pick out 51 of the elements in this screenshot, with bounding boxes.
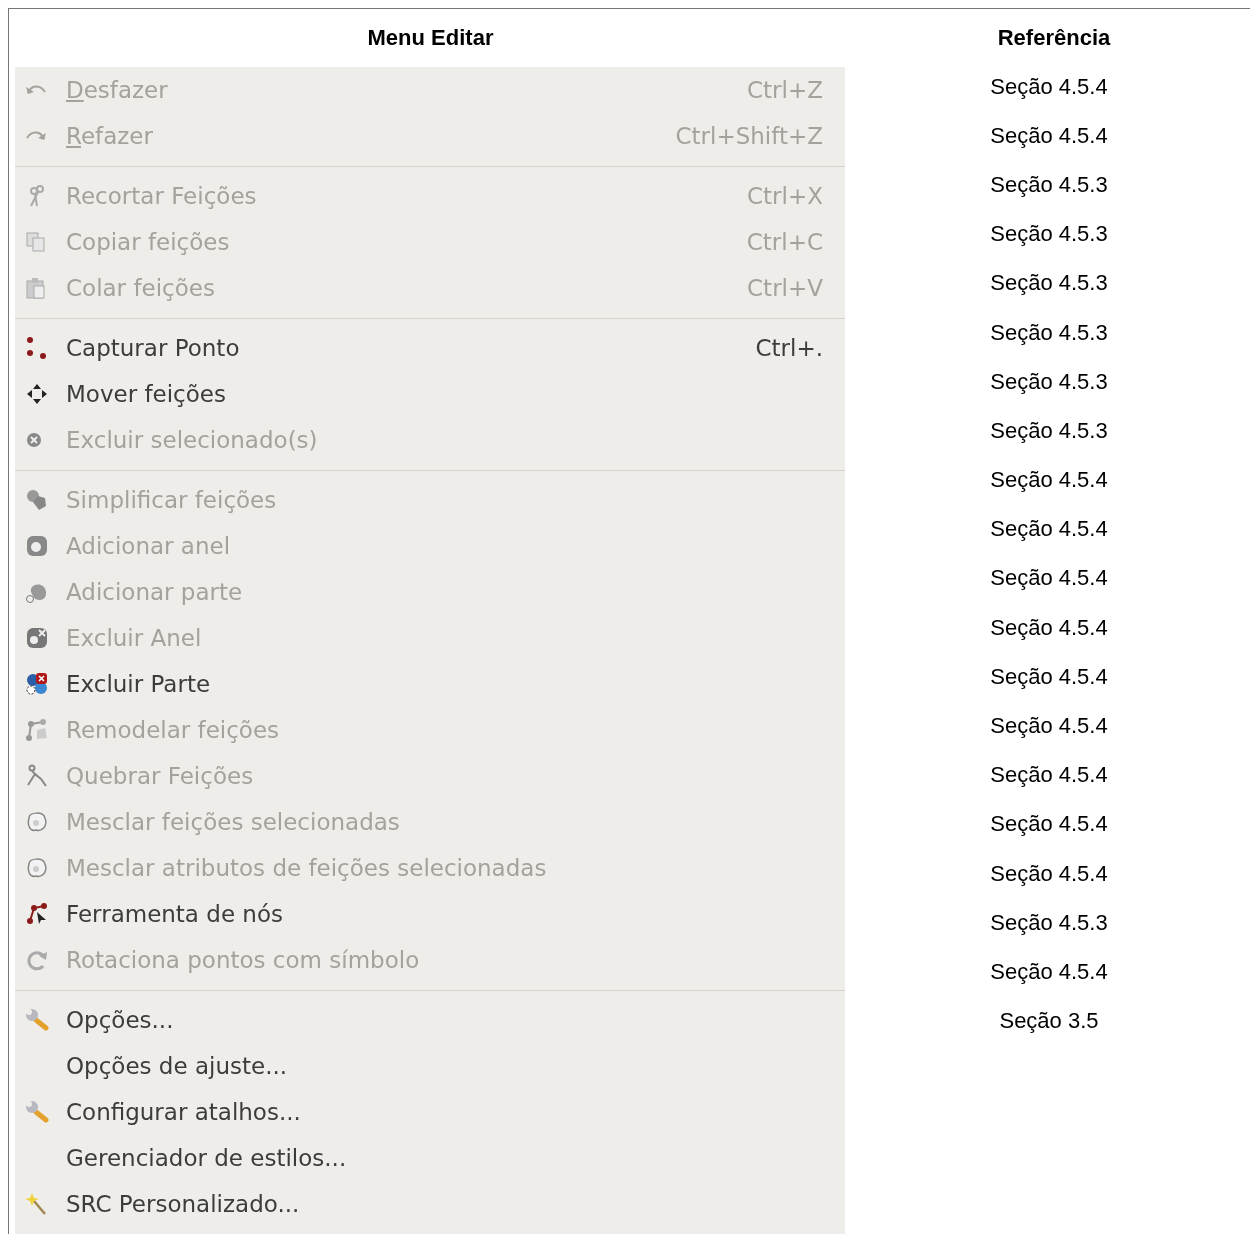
node-tool-icon <box>25 902 49 926</box>
shapes-icon <box>25 488 49 512</box>
reference-text: Seção 4.5.4 <box>990 811 1108 838</box>
reference-text: Seção 4.5.3 <box>990 221 1108 248</box>
reference-text: Seção 4.5.4 <box>990 516 1108 543</box>
reference-text: Seção 4.5.4 <box>990 958 1108 985</box>
reference-text: Seção 4.5.4 <box>990 713 1108 740</box>
reference-text: Seção 4.5.4 <box>990 614 1108 641</box>
reference-text: Seção 4.5.4 <box>990 565 1108 592</box>
reference-text: Seção 4.5.4 <box>990 663 1108 690</box>
reference-text: Seção 4.5.3 <box>990 909 1108 936</box>
reference-text: Seção 3.5 <box>999 1008 1099 1035</box>
column-header: Menu Editar <box>367 25 494 51</box>
rotate-icon <box>25 948 49 972</box>
magic-wand-icon <box>25 1192 49 1216</box>
menu-item[interactable]: Capturar Ponto Ctrl+. <box>15 325 845 371</box>
reference-text: Seção 4.5.3 <box>990 171 1108 198</box>
menu-item[interactable]: Gerenciador de estilos... <box>15 1135 845 1181</box>
column-header: Referência <box>997 25 1111 51</box>
reference-text: Seção 4.5.3 <box>990 417 1108 444</box>
reference-text: Seção 4.5.3 <box>990 368 1108 395</box>
ring-icon <box>25 534 49 558</box>
reference-text: Seção 4.5.4 <box>990 467 1108 494</box>
reference-text: Seção 4.5.4 <box>990 762 1108 789</box>
clipboard-icon <box>25 277 47 299</box>
split-icon <box>25 764 49 788</box>
menu-item[interactable]: Ferramenta de nós <box>15 891 845 937</box>
reference-text: Seção 4.5.4 <box>990 73 1108 100</box>
ring-delete-icon <box>25 626 49 650</box>
reference-text: Seção 4.5.3 <box>990 319 1108 346</box>
undo-icon <box>25 83 47 97</box>
menu-item[interactable]: Mover feições <box>15 371 845 417</box>
points-icon <box>25 336 49 360</box>
menu-item[interactable]: SRC Personalizado... <box>15 1181 845 1227</box>
reference-text: Seção 4.5.4 <box>990 860 1108 887</box>
menu-item[interactable]: Opções de ajuste... <box>15 1043 845 1089</box>
merge-icon <box>25 810 49 834</box>
reference-text: Seção 4.5.4 <box>990 122 1108 149</box>
wrench-icon <box>25 1100 49 1124</box>
redo-icon <box>25 129 47 143</box>
merge-icon <box>25 856 49 880</box>
delete-icon <box>25 431 43 449</box>
part-delete-icon <box>25 672 49 696</box>
menu-item[interactable]: Configurar atalhos... <box>15 1089 845 1135</box>
menu-item[interactable]: Opções... <box>15 997 845 1043</box>
copy-icon <box>25 231 47 253</box>
reference-text: Seção 4.5.3 <box>990 270 1108 297</box>
move-arrows-icon <box>25 382 49 406</box>
reshape-icon <box>25 718 49 742</box>
wrench-icon <box>25 1008 49 1032</box>
menu-item[interactable]: Excluir Parte <box>15 661 845 707</box>
